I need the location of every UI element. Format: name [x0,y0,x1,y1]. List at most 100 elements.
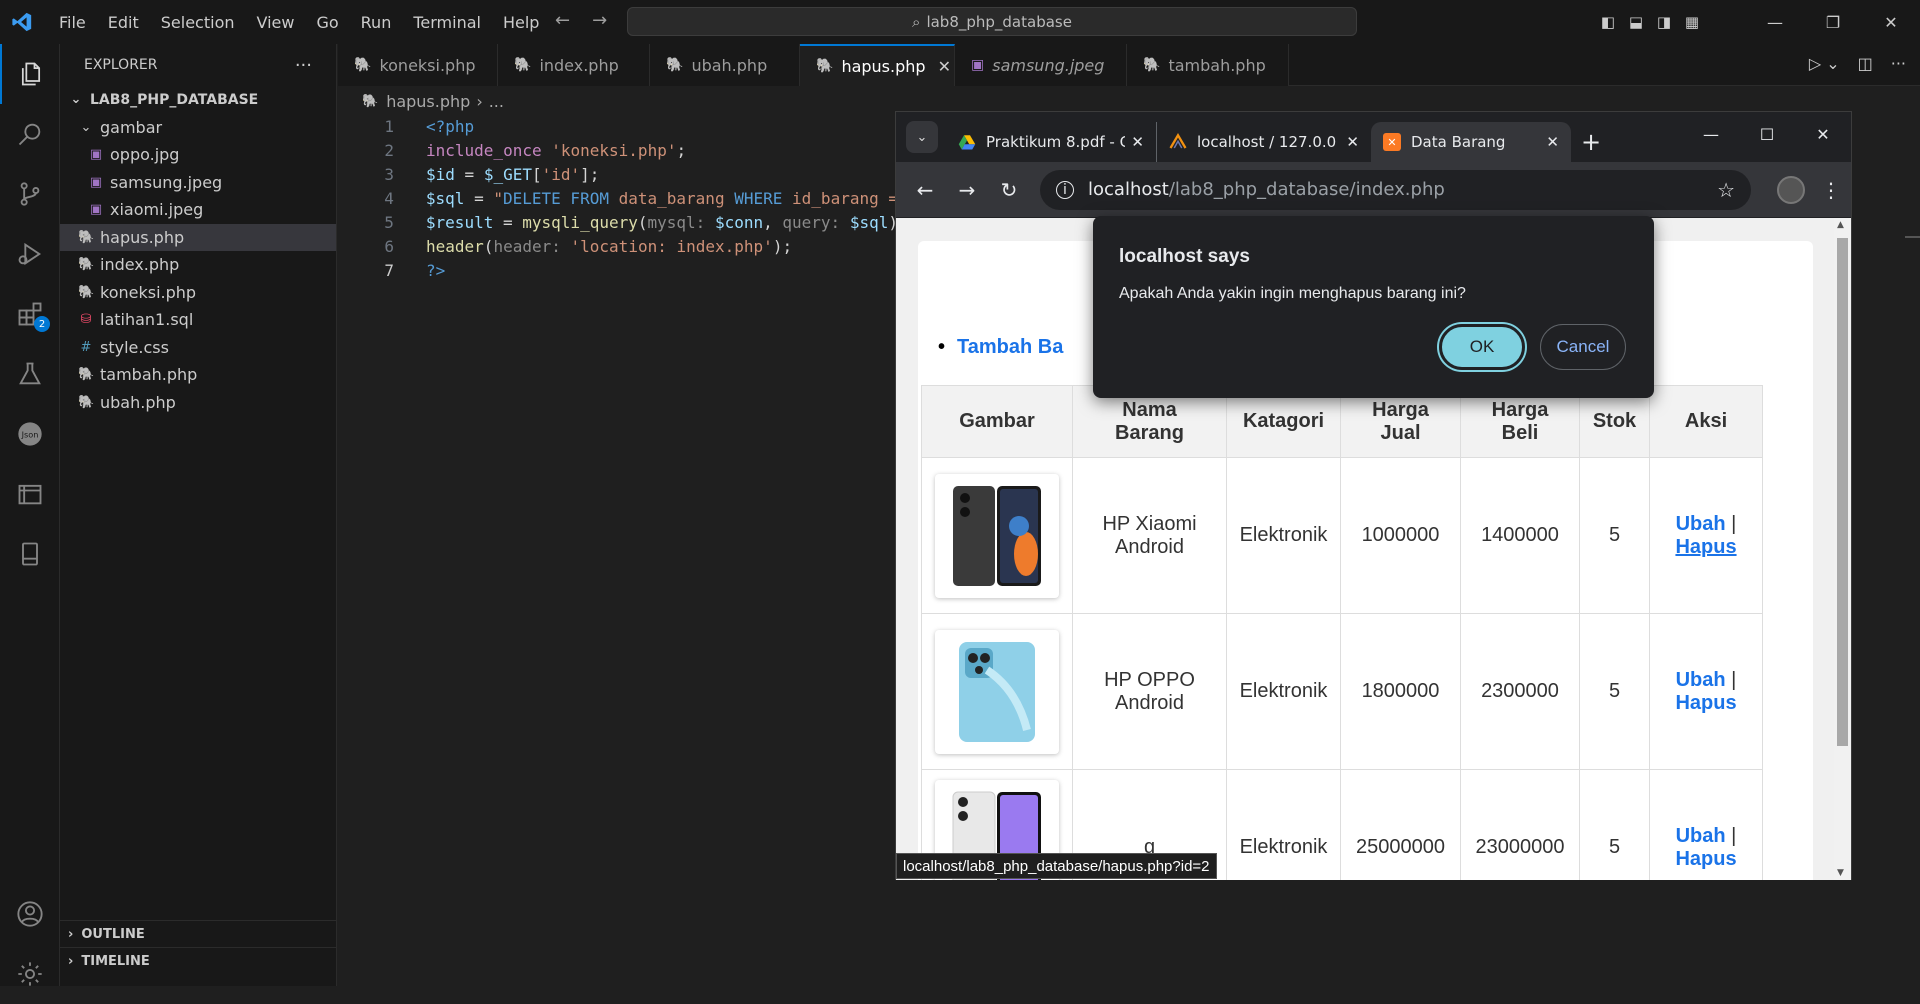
link-status-url: localhost/lab8_php_database/hapus.php?id… [896,853,1217,879]
cell-aksi: Ubah | Hapus [1649,769,1763,880]
delete-link[interactable]: Hapus [1675,692,1736,714]
tab-ubah[interactable]: 🐘 ubah.php [650,44,800,86]
file-samsung[interactable]: ▣ samsung.jpeg [60,169,336,197]
bookmark-star-icon[interactable]: ☆ [1717,178,1735,202]
close-tab-icon[interactable]: ✕ [1346,133,1359,151]
tab-koneksi[interactable]: 🐘 koneksi.php [338,44,498,86]
tab-tambah[interactable]: 🐘 tambah.php [1127,44,1289,86]
toggle-sidebar-icon[interactable]: ◧ [1594,0,1622,44]
file-style[interactable]: # style.css [60,334,336,362]
menu-terminal[interactable]: Terminal [402,13,492,32]
search-icon[interactable] [0,104,60,164]
back-arrow-icon[interactable]: ← [904,178,946,202]
browser-tab-phpmyadmin[interactable]: localhost / 127.0.0 ✕ [1156,122,1371,162]
code-line: 1 <?php [338,114,898,138]
reload-icon[interactable]: ↻ [988,178,1030,202]
tab-label: samsung.jpeg [992,55,1105,75]
forward-arrow-icon[interactable]: → [946,178,988,202]
maximize-icon[interactable]: ☐ [1739,112,1795,156]
file-index[interactable]: 🐘 index.php [60,251,336,279]
file-latihan1[interactable]: ⛁ latihan1.sql [60,306,336,334]
source-control-icon[interactable] [0,164,60,224]
tab-samsung[interactable]: ▣ samsung.jpeg [955,44,1127,86]
site-info-icon[interactable]: i [1056,180,1074,199]
menu-file[interactable]: File [48,13,97,32]
close-tab-icon[interactable]: ✕ [938,57,951,76]
delete-link[interactable]: Hapus [1675,536,1736,558]
back-arrow-icon[interactable]: ← [555,10,570,31]
browser-menu-icon[interactable]: ⋮ [1819,178,1843,202]
close-tab-icon[interactable]: ✕ [1131,133,1144,151]
php-file-icon: 🐘 [78,257,95,273]
cell-stok: 5 [1579,613,1650,770]
menu-run[interactable]: Run [350,13,403,32]
tab-index[interactable]: 🐘 index.php [498,44,650,86]
accounts-icon[interactable] [0,884,60,944]
browser-tab-pdf[interactable]: Praktikum 8.pdf - G ✕ [946,122,1156,162]
new-tab-icon[interactable]: + [1571,122,1611,162]
scroll-down-icon[interactable]: ▼ [1837,868,1844,878]
more-actions-icon[interactable]: ··· [295,55,312,76]
split-editor-icon[interactable]: ◫ [1858,54,1873,73]
breadcrumb-rest[interactable]: ... [489,92,504,111]
chevron-right-icon: › [68,926,74,942]
toggle-panel-icon[interactable]: ⬓ [1622,0,1650,44]
cancel-button[interactable]: Cancel [1540,324,1626,370]
device-icon[interactable] [0,524,60,584]
extensions-icon[interactable]: 2 [0,284,60,344]
ok-button[interactable]: OK [1439,324,1525,370]
menu-edit[interactable]: Edit [97,13,150,32]
browser-tab-data-barang[interactable]: ✕ Data Barang ✕ [1371,122,1571,162]
run-debug-icon[interactable] [0,224,60,284]
minimize-icon[interactable]: — [1683,112,1739,156]
scrollbar-thumb[interactable] [1837,238,1848,746]
remote-explorer-icon[interactable] [0,464,60,524]
page-scrollbar[interactable]: ▲ ▼ [1834,218,1851,880]
menu-help[interactable]: Help [492,13,550,32]
edit-link[interactable]: Ubah [1676,825,1726,847]
close-window-icon[interactable]: ✕ [1862,0,1920,44]
svg-text:Json: Json [21,430,39,440]
scroll-up-icon[interactable]: ▲ [1837,220,1844,230]
browser-tabstrip: ⌄ Praktikum 8.pdf - G ✕ localhost / 127.… [896,112,1851,162]
delete-link[interactable]: Hapus [1675,848,1736,870]
outline-section[interactable]: › OUTLINE [60,920,337,947]
folder-gambar[interactable]: ⌄ gambar [60,114,336,142]
profile-avatar[interactable] [1777,175,1805,204]
minimize-icon[interactable]: — [1746,0,1804,44]
restore-icon[interactable]: ❐ [1804,0,1862,44]
close-tab-icon[interactable]: ✕ [1546,133,1559,151]
menu-view[interactable]: View [246,13,306,32]
more-actions-icon[interactable]: ··· [1891,54,1906,73]
edit-link[interactable]: Ubah [1676,513,1726,535]
file-hapus[interactable]: 🐘 hapus.php [60,223,336,251]
customize-layout-icon[interactable]: ▦ [1678,0,1706,44]
code-editor[interactable]: 1 <?php 2 include_once 'koneksi.php'; 3 $id… [338,114,898,282]
menu-selection[interactable]: Selection [150,13,246,32]
breadcrumb-file[interactable]: hapus.php [386,92,470,111]
close-window-icon[interactable]: ✕ [1795,112,1851,156]
product-image-cell [921,613,1073,770]
testing-icon[interactable] [0,344,60,404]
cell-stok: 5 [1579,457,1650,614]
timeline-section[interactable]: › TIMELINE [60,947,337,974]
tab-hapus[interactable]: 🐘 hapus.php ✕ [800,44,955,86]
file-xiaomi[interactable]: ▣ xiaomi.jpeg [60,196,336,224]
menu-go[interactable]: Go [305,13,349,32]
address-bar[interactable]: i localhost/lab8_php_database/index.php … [1040,169,1751,210]
edit-link[interactable]: Ubah [1676,669,1726,691]
explorer-icon[interactable] [0,44,60,104]
json-icon[interactable]: Json [0,404,60,464]
file-tambah[interactable]: 🐘 tambah.php [60,361,336,389]
manage-gear-icon[interactable] [0,944,60,1004]
command-center[interactable]: ⌕ lab8_php_database [627,7,1357,36]
run-icon[interactable]: ▷ ⌄ [1809,54,1840,73]
root-folder[interactable]: ⌄ LAB8_PHP_DATABASE [60,86,336,114]
file-koneksi[interactable]: 🐘 koneksi.php [60,279,336,307]
file-oppo[interactable]: ▣ oppo.jpg [60,141,336,169]
forward-arrow-icon[interactable]: → [592,10,607,31]
add-item-link[interactable]: Tambah Ba [938,336,1063,359]
file-ubah[interactable]: 🐘 ubah.php [60,389,336,417]
tab-search-icon[interactable]: ⌄ [906,121,938,153]
toggle-secondary-sidebar-icon[interactable]: ◨ [1650,0,1678,44]
